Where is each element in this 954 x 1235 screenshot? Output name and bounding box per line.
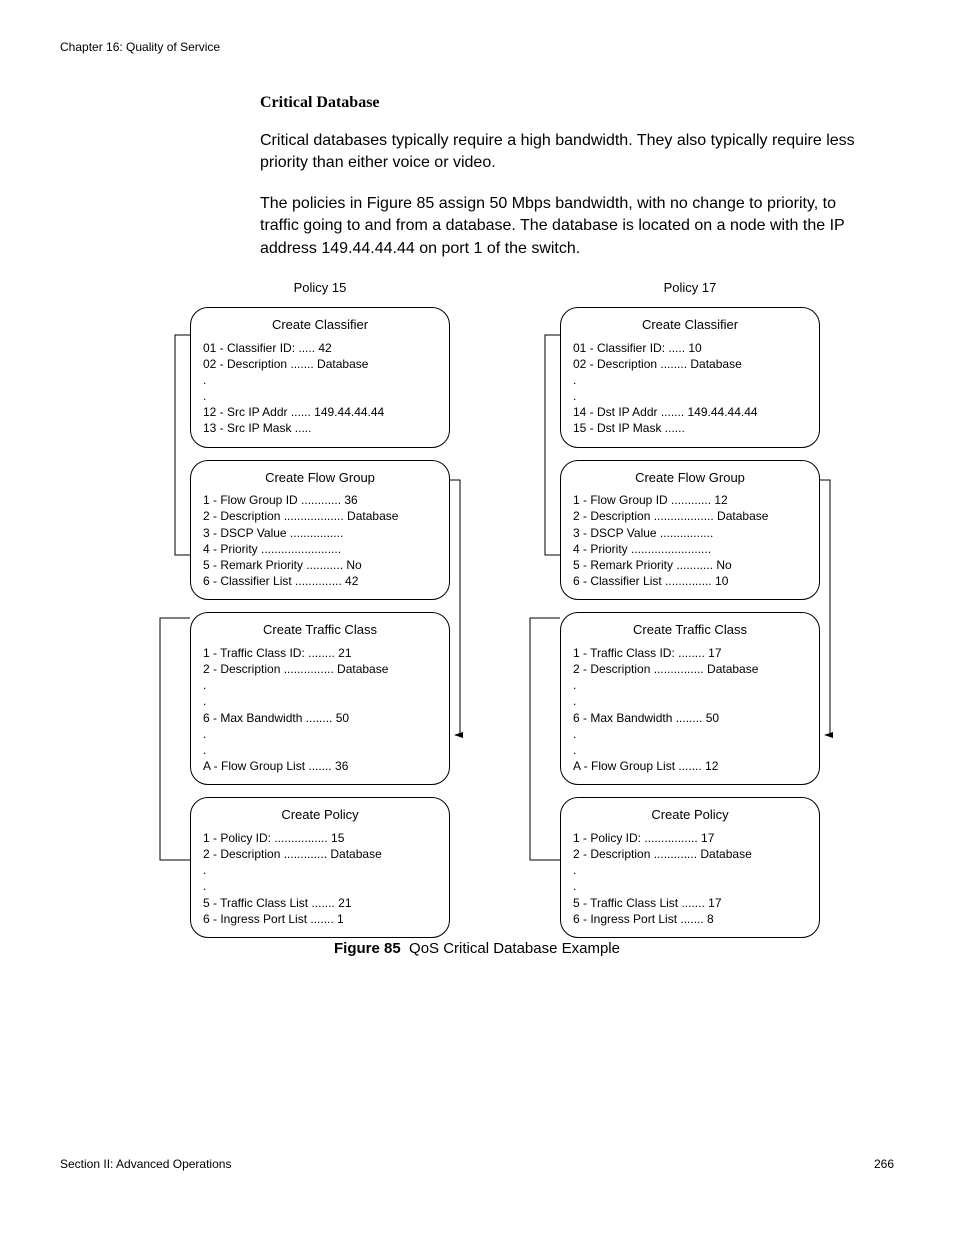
policy-box-left: Create Policy 1 - Policy ID: ...........… <box>190 797 450 938</box>
policy-box-title-left: Create Policy <box>203 806 437 824</box>
row: 1 - Flow Group ID ............ 36 <box>203 492 437 508</box>
flowgroup-title-left: Create Flow Group <box>203 469 437 487</box>
row: 02 - Description ....... Database <box>203 356 437 372</box>
row: 4 - Priority ........................ <box>573 541 807 557</box>
row: 5 - Remark Priority ........... No <box>203 557 437 573</box>
row: 1 - Traffic Class ID: ........ 17 <box>573 645 807 661</box>
row: . <box>573 693 807 709</box>
row: 2 - Description ............. Database <box>203 846 437 862</box>
row: . <box>203 693 437 709</box>
row: 4 - Priority ........................ <box>203 541 437 557</box>
row: 2 - Description ............... Database <box>203 661 437 677</box>
flowgroup-box-left: Create Flow Group 1 - Flow Group ID ....… <box>190 460 450 601</box>
row: 6 - Max Bandwidth ........ 50 <box>203 710 437 726</box>
classifier-box-left: Create Classifier 01 - Classifier ID: ..… <box>190 307 450 448</box>
paragraph-1: Critical databases typically require a h… <box>260 130 874 175</box>
policy-box-right: Create Policy 1 - Policy ID: ...........… <box>560 797 820 938</box>
row: A - Flow Group List ....... 12 <box>573 758 807 774</box>
traffic-title-left: Create Traffic Class <box>203 621 437 639</box>
figure-85: Policy 15 Create Classifier 01 - Classif… <box>60 280 894 920</box>
row: 2 - Description ............... Database <box>573 661 807 677</box>
row: . <box>203 677 437 693</box>
row: . <box>203 862 437 878</box>
page-number: 266 <box>874 1157 894 1171</box>
row: . <box>573 742 807 758</box>
row: 6 - Classifier List .............. 10 <box>573 573 807 589</box>
flowgroup-box-right: Create Flow Group 1 - Flow Group ID ....… <box>560 460 820 601</box>
row: . <box>573 726 807 742</box>
row: 1 - Flow Group ID ............ 12 <box>573 492 807 508</box>
row: 2 - Description ............. Database <box>573 846 807 862</box>
row: 13 - Src IP Mask ..... <box>203 420 437 436</box>
row: . <box>573 372 807 388</box>
paragraph-2: The policies in Figure 85 assign 50 Mbps… <box>260 193 874 260</box>
row: 5 - Traffic Class List ....... 21 <box>203 895 437 911</box>
row: 3 - DSCP Value ................ <box>203 525 437 541</box>
row: 5 - Remark Priority ........... No <box>573 557 807 573</box>
row: 1 - Policy ID: ................ 15 <box>203 830 437 846</box>
row: 1 - Policy ID: ................ 17 <box>573 830 807 846</box>
traffic-box-right: Create Traffic Class 1 - Traffic Class I… <box>560 612 820 785</box>
row: . <box>573 677 807 693</box>
row: . <box>573 878 807 894</box>
row: 02 - Description ........ Database <box>573 356 807 372</box>
row: 2 - Description .................. Datab… <box>573 508 807 524</box>
classifier-box-right: Create Classifier 01 - Classifier ID: ..… <box>560 307 820 448</box>
row: 01 - Classifier ID: ..... 42 <box>203 340 437 356</box>
row: 6 - Max Bandwidth ........ 50 <box>573 710 807 726</box>
policy-15-title: Policy 15 <box>190 280 450 295</box>
row: 5 - Traffic Class List ....... 17 <box>573 895 807 911</box>
row: 15 - Dst IP Mask ...... <box>573 420 807 436</box>
row: 01 - Classifier ID: ..... 10 <box>573 340 807 356</box>
row: . <box>573 388 807 404</box>
row: . <box>203 388 437 404</box>
policy-17-title: Policy 17 <box>560 280 820 295</box>
row: 1 - Traffic Class ID: ........ 21 <box>203 645 437 661</box>
row: 14 - Dst IP Addr ....... 149.44.44.44 <box>573 404 807 420</box>
traffic-box-left: Create Traffic Class 1 - Traffic Class I… <box>190 612 450 785</box>
policy-box-title-right: Create Policy <box>573 806 807 824</box>
row: 6 - Classifier List .............. 42 <box>203 573 437 589</box>
row: . <box>573 862 807 878</box>
row: . <box>203 372 437 388</box>
row: 3 - DSCP Value ................ <box>573 525 807 541</box>
classifier-title-left: Create Classifier <box>203 316 437 334</box>
chapter-header: Chapter 16: Quality of Service <box>60 40 894 54</box>
traffic-title-right: Create Traffic Class <box>573 621 807 639</box>
row: . <box>203 878 437 894</box>
row: 6 - Ingress Port List ....... 8 <box>573 911 807 927</box>
flowgroup-title-right: Create Flow Group <box>573 469 807 487</box>
footer-section: Section II: Advanced Operations <box>60 1157 231 1171</box>
row: . <box>203 742 437 758</box>
row: A - Flow Group List ....... 36 <box>203 758 437 774</box>
section-title: Critical Database <box>260 94 874 112</box>
row: 6 - Ingress Port List ....... 1 <box>203 911 437 927</box>
row: 2 - Description .................. Datab… <box>203 508 437 524</box>
row: 12 - Src IP Addr ...... 149.44.44.44 <box>203 404 437 420</box>
row: . <box>203 726 437 742</box>
classifier-title-right: Create Classifier <box>573 316 807 334</box>
